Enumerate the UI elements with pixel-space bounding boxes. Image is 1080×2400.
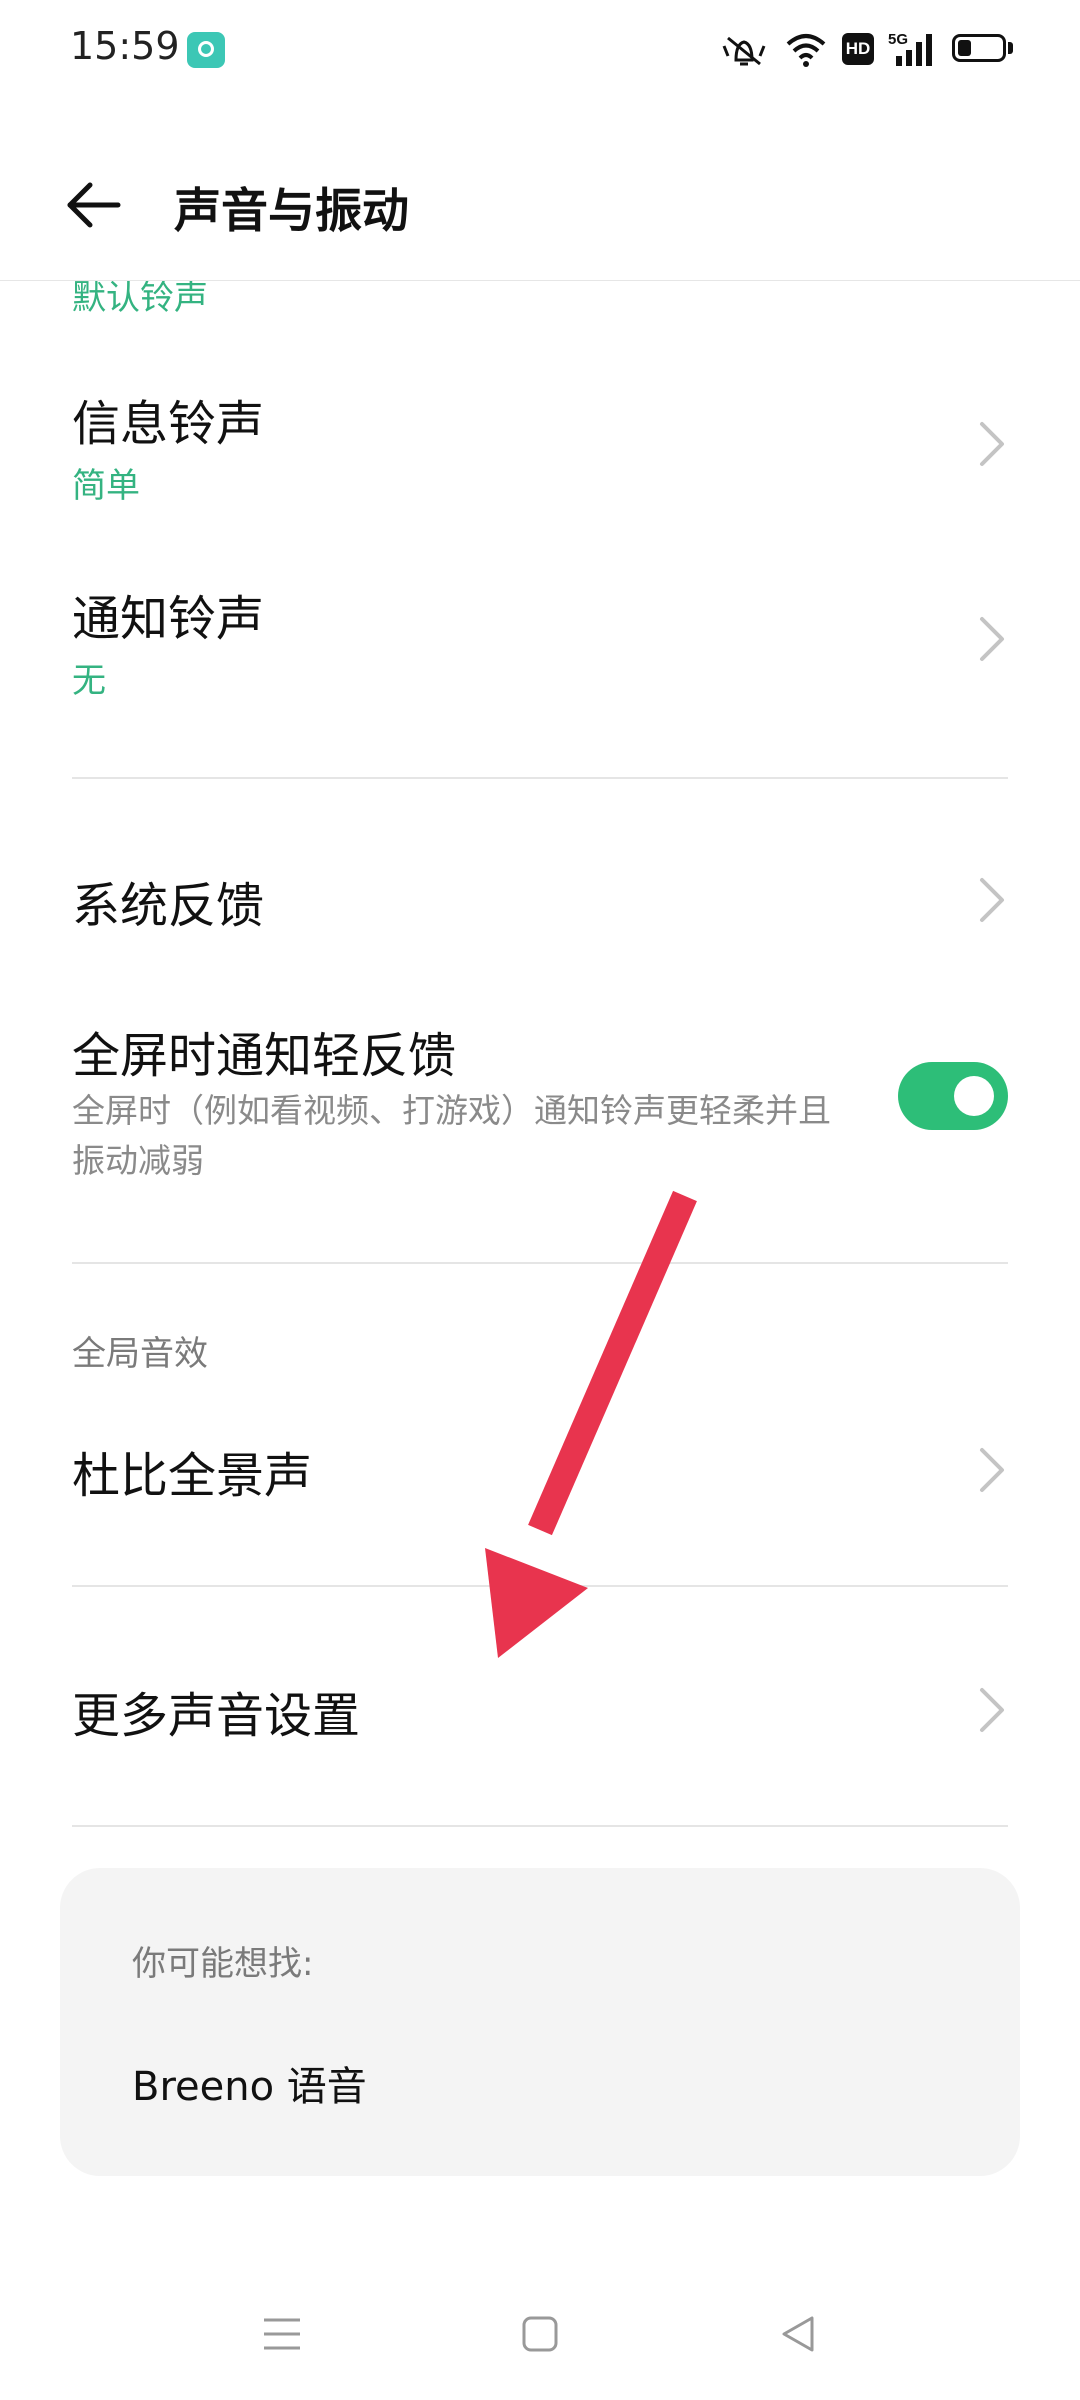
dolby-atmos-row[interactable]: 杜比全景声 (0, 1410, 1080, 1530)
suggestion-breeno-voice[interactable]: Breeno 语音 (132, 2054, 367, 2112)
message-ringtone-label: 信息铃声 (72, 396, 265, 452)
hd-icon: HD (842, 33, 874, 65)
back-arrow-icon[interactable] (64, 180, 124, 230)
navigation-bar (0, 2280, 1080, 2400)
battery-icon (952, 34, 1006, 62)
battery-level (958, 40, 971, 56)
divider (72, 1825, 1008, 1827)
battery-tip (1008, 42, 1013, 54)
page-title: 声音与振动 (174, 184, 409, 239)
mute-vibrate-icon (722, 36, 766, 66)
back-icon[interactable] (778, 2314, 818, 2354)
divider (72, 777, 1008, 779)
chevron-right-icon (980, 878, 1004, 922)
notification-ringtone-value: 无 (72, 661, 106, 701)
more-sound-settings-label: 更多声音设置 (72, 1688, 361, 1744)
page-header: 声音与振动 (0, 100, 1080, 281)
dolby-atmos-label: 杜比全景声 (72, 1448, 313, 1504)
menu-icon[interactable] (262, 2314, 302, 2354)
chevron-right-icon (980, 617, 1004, 661)
notification-ringtone-row[interactable]: 通知铃声 无 (0, 555, 1080, 725)
system-feedback-label: 系统反馈 (72, 878, 265, 934)
global-effects-section-header: 全局音效 (72, 1334, 208, 1374)
status-bar: 15:59 HD 5G (0, 0, 1080, 100)
status-time: 15:59 (70, 24, 180, 68)
divider (72, 1585, 1008, 1587)
message-ringtone-value: 简单 (72, 466, 140, 506)
divider (72, 1262, 1008, 1264)
chevron-right-icon (980, 1688, 1004, 1732)
app-notification-icon (187, 32, 225, 68)
suggestions-heading: 你可能想找: (132, 1944, 314, 1984)
toggle-knob (954, 1076, 994, 1116)
fullscreen-feedback-description: 全屏时（例如看视频、打游戏）通知铃声更轻柔并且振动减弱 (72, 1091, 831, 1180)
fullscreen-feedback-toggle[interactable] (898, 1062, 1008, 1130)
chevron-right-icon (980, 422, 1004, 466)
wifi-icon (786, 34, 826, 67)
system-feedback-row[interactable]: 系统反馈 (0, 840, 1080, 960)
more-sound-settings-row[interactable]: 更多声音设置 (0, 1650, 1080, 1770)
message-ringtone-row[interactable]: 信息铃声 简单 (0, 360, 1080, 530)
home-icon[interactable] (520, 2314, 560, 2354)
signal-icon (896, 34, 932, 66)
fullscreen-feedback-label: 全屏时通知轻反馈 (72, 1028, 457, 1084)
suggestions-card: 你可能想找: Breeno 语音 (60, 1868, 1020, 2176)
chevron-right-icon (980, 1448, 1004, 1492)
notification-ringtone-label: 通知铃声 (72, 591, 265, 647)
